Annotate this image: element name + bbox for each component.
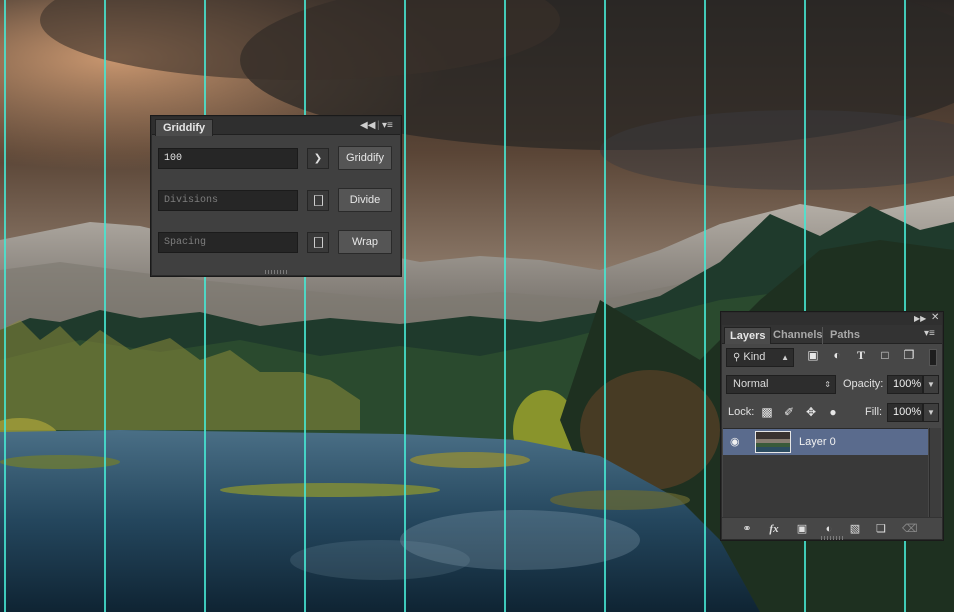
griddify-row-value: 100 ❯ Griddify — [158, 146, 394, 170]
griddify-value-input[interactable]: 100 — [158, 148, 298, 169]
eye-icon[interactable]: ◉ — [730, 435, 744, 449]
link-icon[interactable]: ⚭ — [740, 522, 754, 536]
chevron-down-icon[interactable]: ▼ — [923, 403, 939, 422]
filter-toggle[interactable] — [929, 349, 937, 366]
spacing-input[interactable]: Spacing — [158, 232, 298, 253]
opacity-input[interactable]: 100% — [887, 375, 923, 394]
divisions-input[interactable]: Divisions — [158, 190, 298, 211]
layers-panel-titlebar: ▶▶ ✕ — [722, 312, 942, 325]
tab-paths[interactable]: Paths — [822, 327, 867, 344]
opacity-label: Opacity: — [843, 378, 884, 390]
lock-label: Lock: — [728, 406, 755, 418]
smart-object-filter-icon[interactable]: ❐ — [902, 348, 916, 362]
new-layer-icon[interactable]: ❏ — [874, 522, 888, 536]
layer-name: Layer 0 — [799, 436, 836, 448]
filter-row: ⚲ Kind ▲ ▣ ◐ T □ ❐ — [726, 348, 938, 367]
chevron-down-icon[interactable]: ▼ — [923, 375, 939, 394]
adjustment-filter-icon[interactable]: ◐ — [830, 348, 844, 362]
fx-icon[interactable]: fx — [767, 522, 781, 536]
search-icon: ⚲ — [733, 352, 741, 363]
fill-label: Fill: — [865, 406, 883, 418]
layers-panel: ▶▶ ✕ Layers Channels Paths ▾≡ ⚲ Kind ▲ ▣… — [721, 312, 943, 540]
layer-list-scrollbar[interactable] — [929, 428, 941, 518]
griddify-button[interactable]: Griddify — [338, 146, 392, 170]
blend-mode-select[interactable]: Normal ⇕ — [726, 375, 836, 394]
resize-grip[interactable] — [265, 270, 287, 274]
trash-icon[interactable]: ⌫ — [902, 522, 918, 536]
resize-grip[interactable] — [821, 536, 843, 540]
layer-list: ◉ Layer 0 — [723, 428, 928, 518]
blend-mode-label: Normal — [733, 378, 769, 390]
double-chevron-left-icon[interactable]: ◀◀ — [360, 120, 375, 132]
tab-channels[interactable]: Channels — [766, 327, 830, 344]
tab-griddify[interactable]: Griddify — [155, 119, 214, 136]
divisions-toggle[interactable] — [307, 190, 329, 211]
panel-menu-icon[interactable]: ▾≡ — [924, 328, 935, 340]
lock-brush-icon[interactable]: ✐ — [782, 405, 796, 419]
wrap-button[interactable]: Wrap — [338, 230, 392, 254]
shape-filter-icon[interactable]: □ — [878, 348, 892, 362]
spacing-toggle[interactable] — [307, 232, 329, 253]
kind-filter-select[interactable]: ⚲ Kind ▲ — [726, 348, 794, 367]
griddify-panel-header: Griddify ◀◀ | ▾≡ — [152, 117, 400, 136]
griddify-row-divisions: Divisions Divide — [158, 188, 394, 212]
lock-all-icon[interactable]: ● — [826, 405, 840, 419]
type-filter-icon[interactable]: T — [854, 348, 868, 362]
blend-row: Normal ⇕ Opacity: 100% ▼ — [726, 375, 939, 394]
layers-tab-bar: Layers Channels Paths ▾≡ — [722, 325, 942, 344]
lock-move-icon[interactable]: ✥ — [804, 405, 818, 419]
layer-row[interactable]: ◉ Layer 0 — [723, 429, 928, 455]
play-arrow-icon: ❯ — [313, 153, 323, 164]
layer-thumbnail — [755, 431, 791, 453]
play-arrow-button[interactable]: ❯ — [307, 148, 329, 169]
image-filter-icon[interactable]: ▣ — [806, 348, 820, 362]
bracket-icon — [313, 194, 323, 206]
griddify-panel: Griddify ◀◀ | ▾≡ 100 ❯ Griddify Division… — [151, 116, 401, 276]
group-folder-icon[interactable]: ▧ — [848, 522, 862, 536]
divide-button[interactable]: Divide — [338, 188, 392, 212]
close-icon[interactable]: ✕ — [931, 312, 939, 324]
divider: | — [377, 120, 380, 131]
double-chevron-right-icon[interactable]: ▶▶ — [914, 313, 926, 325]
bracket-icon — [313, 236, 323, 248]
fill-input[interactable]: 100% — [887, 403, 923, 422]
adjustment-layer-icon[interactable]: ◐ — [822, 522, 836, 536]
griddify-row-spacing: Spacing Wrap — [158, 230, 394, 254]
tab-layers[interactable]: Layers — [724, 327, 772, 344]
lock-transparent-icon[interactable]: ▩ — [760, 405, 774, 419]
mask-icon[interactable]: ▣ — [795, 522, 809, 536]
updown-arrow-icon: ⇕ — [824, 380, 831, 389]
panel-menu-icon[interactable]: ▾≡ — [382, 120, 393, 132]
lock-row: Lock: ▩ ✐ ✥ ● Fill: 100% ▼ — [726, 403, 939, 422]
updown-arrow-icon: ▲ — [781, 353, 789, 362]
kind-filter-label: Kind — [743, 351, 766, 363]
